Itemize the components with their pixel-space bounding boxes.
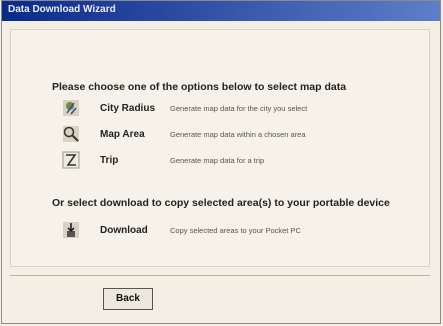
map-options-heading: Please choose one of the options below t… [52, 81, 347, 93]
download-heading: Or select download to copy selected area… [52, 197, 390, 209]
back-button[interactable]: Back [103, 288, 153, 310]
divider [10, 275, 430, 276]
wizard-window: Data Download Wizard Please choose one o… [1, 0, 441, 324]
city-radius-desc: Generate map data for the city you selec… [170, 104, 308, 113]
trip-label: Trip [100, 155, 119, 166]
download-icon [63, 222, 79, 238]
download-label: Download [100, 225, 148, 236]
city-radius-label: City Radius [100, 103, 156, 114]
trip-desc: Generate map data for a trip [170, 156, 265, 165]
map-area-icon [63, 126, 79, 142]
city-radius-icon [63, 100, 79, 116]
window-title: Data Download Wizard [8, 4, 116, 15]
title-bar[interactable]: Data Download Wizard [2, 1, 440, 21]
trip-icon [62, 151, 80, 169]
map-area-desc: Generate map data within a chosen area [170, 130, 306, 139]
download-desc: Copy selected areas to your Pocket PC [170, 226, 301, 235]
map-area-label: Map Area [100, 129, 145, 140]
